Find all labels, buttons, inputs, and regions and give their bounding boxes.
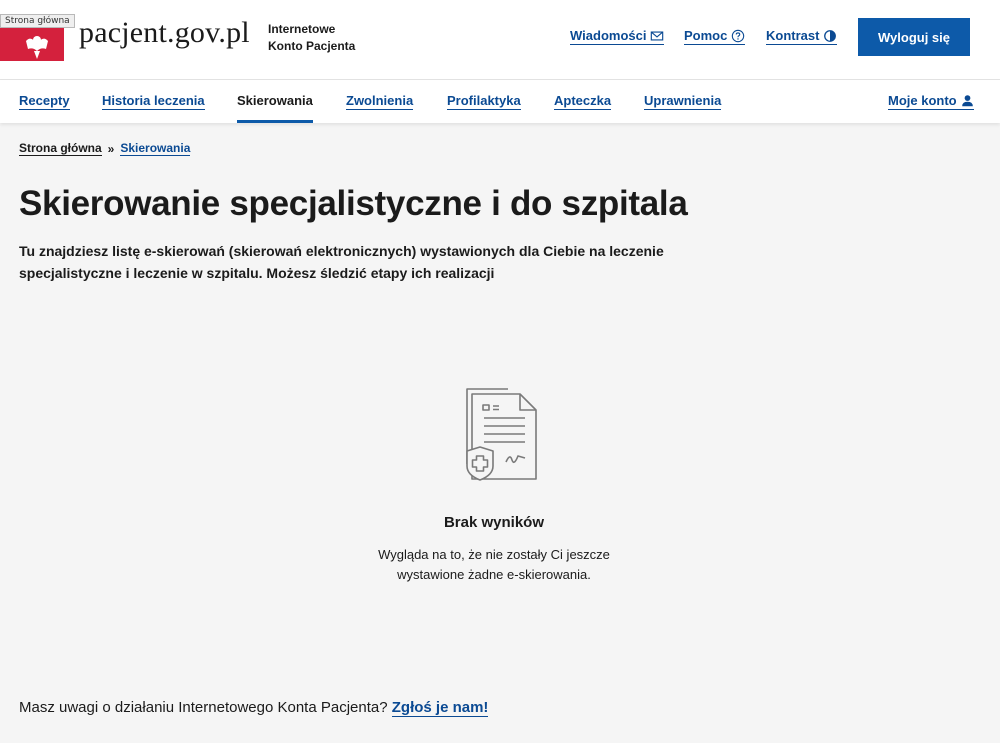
- site-name-link[interactable]: pacjent.gov.pl: [79, 16, 250, 50]
- nav-item-recepty[interactable]: Recepty: [19, 93, 70, 110]
- empty-state-text: Wygląda na to, że nie zostały Ci jeszcze…: [0, 545, 988, 585]
- question-circle-icon: [732, 29, 745, 42]
- site-header: Strona główna pacjent.gov.pl Internetowe…: [0, 0, 1000, 80]
- page-description: Tu znajdziesz listę e-skierowań (skierow…: [19, 243, 664, 281]
- referral-document-icon: [466, 388, 537, 481]
- page-title: Skierowanie specjalistyczne i do szpital…: [19, 184, 688, 223]
- breadcrumb-separator: »: [107, 141, 115, 156]
- nav-item-apteczka[interactable]: Apteczka: [554, 93, 612, 110]
- breadcrumb: Strona główna » Skierowania: [19, 141, 191, 156]
- breadcrumb-current-link[interactable]: Skierowania: [120, 141, 191, 156]
- contrast-icon: [824, 29, 837, 42]
- envelope-icon: [651, 30, 664, 41]
- feedback-text: Masz uwagi o działaniu Internetowego Kon…: [19, 699, 388, 716]
- feedback-link[interactable]: Zgłoś je nam!: [391, 699, 489, 717]
- breadcrumb-home-link[interactable]: Strona główna: [19, 141, 102, 156]
- messages-label: Wiadomości: [570, 28, 647, 43]
- nav-item-uprawnienia[interactable]: Uprawnienia: [644, 93, 722, 110]
- main-nav: Recepty Historia leczenia Skierowania Zw…: [0, 80, 1000, 123]
- user-icon: [961, 95, 973, 107]
- nav-item-historia-leczenia[interactable]: Historia leczenia: [102, 93, 205, 110]
- contrast-link[interactable]: Kontrast: [766, 28, 838, 45]
- help-link[interactable]: Pomoc: [684, 28, 746, 45]
- my-account-link[interactable]: Moje konto: [888, 93, 974, 110]
- help-label: Pomoc: [684, 28, 728, 43]
- nav-item-skierowania[interactable]: Skierowania: [237, 93, 313, 123]
- contrast-label: Kontrast: [766, 28, 820, 43]
- my-account-label: Moje konto: [888, 93, 957, 108]
- logout-button[interactable]: Wyloguj się: [858, 18, 970, 56]
- empty-state-title: Brak wyników: [443, 514, 545, 531]
- nav-item-profilaktyka[interactable]: Profilaktyka: [447, 93, 521, 110]
- feedback-prompt: Masz uwagi o działaniu Internetowego Kon…: [19, 699, 489, 717]
- empty-state-text-line1: Wygląda na to, że nie zostały Ci jeszcze: [378, 547, 610, 562]
- home-tooltip: Strona główna: [0, 14, 75, 28]
- empty-state-text-line2: wystawione żadne e-skierowania.: [397, 567, 591, 582]
- nav-item-zwolnienia[interactable]: Zwolnienia: [346, 93, 414, 110]
- site-subtitle-line2: Konto Pacjenta: [268, 39, 356, 53]
- site-subtitle: Internetowe Konto Pacjenta: [268, 21, 355, 55]
- site-subtitle-line1: Internetowe: [268, 22, 336, 36]
- messages-link[interactable]: Wiadomości: [570, 28, 665, 45]
